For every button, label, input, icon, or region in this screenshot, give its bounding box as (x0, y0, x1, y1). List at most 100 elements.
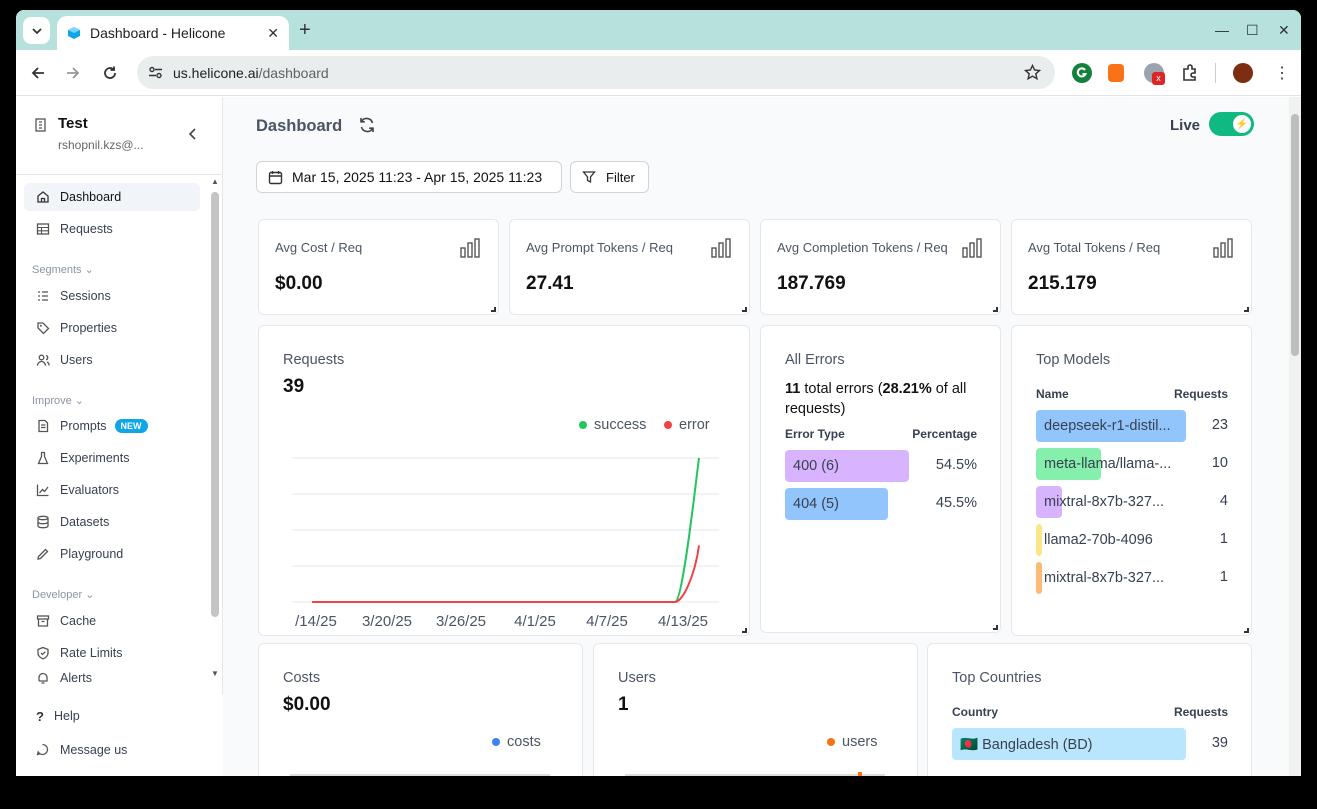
sidebar-item-label: Dashboard (60, 190, 122, 204)
new-badge: NEW (114, 419, 148, 433)
sidebar-item-dashboard[interactable]: Dashboard (24, 183, 200, 211)
card-value: $0.00 (283, 694, 331, 715)
new-tab-button[interactable]: + (299, 20, 311, 40)
bar-label: mixtral-8x7b-327... (1044, 570, 1165, 586)
bar-chart-icon[interactable] (961, 238, 983, 258)
bookmark-star-icon[interactable] (1024, 64, 1041, 81)
address-bar[interactable]: us.helicone.ai/dashboard (137, 56, 1055, 89)
page-scrollbar-thumb[interactable] (1291, 114, 1299, 356)
sidebar-scroll-down-icon[interactable]: ▼ (211, 669, 219, 678)
tab-dashboard[interactable]: Dashboard - Helicone ✕ (57, 16, 289, 50)
sidebar-item-label: Experiments (60, 451, 130, 465)
help-button[interactable]: ? Help (24, 702, 200, 730)
url-path: /dashboard (258, 64, 329, 81)
sidebar-item-cache[interactable]: Cache (24, 607, 200, 635)
document-icon (36, 419, 50, 433)
profile-avatar[interactable] (1233, 63, 1253, 83)
sidebar-item-label: Sessions (60, 289, 111, 303)
calendar-icon (268, 170, 283, 184)
col-requests: Requests (1173, 705, 1228, 719)
metric-label: Avg Prompt Tokens / Req (526, 240, 673, 255)
metric-card-avg-total-tokens: Avg Total Tokens / Req 215.179 (1011, 219, 1252, 315)
section-improve[interactable]: Improve ⌄ (32, 394, 84, 407)
resize-handle[interactable] (993, 307, 998, 312)
card-title: All Errors (785, 352, 845, 368)
model-row: meta-llama/llama-... (1036, 448, 1186, 480)
sidebar-item-datasets[interactable]: Datasets (24, 508, 200, 536)
brave-shield-extension-icon[interactable] (1108, 64, 1124, 82)
section-developer[interactable]: Developer ⌄ (32, 588, 94, 601)
legend-label: error (679, 417, 710, 433)
sidebar-item-prompts[interactable]: Prompts NEW (24, 412, 200, 440)
live-toggle[interactable]: ⚡ (1209, 112, 1254, 136)
metric-label: Avg Cost / Req (275, 240, 363, 255)
bar-chart-icon[interactable] (710, 238, 732, 258)
resize-handle[interactable] (491, 307, 496, 312)
legend-dot (492, 738, 500, 746)
sidebar-item-sessions[interactable]: Sessions (24, 282, 200, 310)
minimize-icon[interactable]: — (1215, 22, 1229, 38)
bar-label: 404 (5) (793, 496, 839, 512)
sidebar-item-properties[interactable]: Properties (24, 314, 200, 342)
sidebar-item-alerts[interactable]: Alerts (24, 671, 200, 685)
legend-label: users (842, 734, 878, 750)
bar-label: llama2-70b-4096 (1044, 532, 1153, 548)
date-range-text: Mar 15, 2025 11:23 - Apr 15, 2025 11:23 (292, 169, 543, 185)
sidebar-item-evaluators[interactable]: Evaluators (24, 476, 200, 504)
message-us-button[interactable]: Message us (24, 736, 200, 764)
tab-strip: Dashboard - Helicone ✕ + — ☐ ✕ (16, 10, 1301, 50)
bar-chart-icon[interactable] (1212, 238, 1234, 258)
metric-card-avg-prompt-tokens: Avg Prompt Tokens / Req 27.41 (509, 219, 750, 315)
section-segments[interactable]: Segments ⌄ (32, 263, 94, 276)
grammarly-extension-icon[interactable] (1072, 63, 1092, 83)
forward-icon[interactable] (63, 63, 83, 83)
date-range-picker[interactable]: Mar 15, 2025 11:23 - Apr 15, 2025 11:23 (256, 161, 562, 193)
pencil-icon (36, 547, 50, 561)
legend-dot (827, 738, 835, 746)
refresh-icon[interactable] (357, 115, 377, 140)
browser-window: Dashboard - Helicone ✕ + — ☐ ✕ us.helico… (16, 10, 1301, 776)
sidebar-item-requests[interactable]: Requests (24, 215, 200, 243)
maximize-icon[interactable]: ☐ (1246, 22, 1259, 39)
back-icon[interactable] (28, 63, 48, 83)
resize-handle[interactable] (1244, 307, 1249, 312)
sidebar-item-label: Rate Limits (60, 646, 123, 660)
page-scrollbar[interactable] (1289, 97, 1301, 776)
errors-count: 11 (785, 381, 801, 397)
legend-costs: costs (492, 734, 541, 750)
resize-handle[interactable] (993, 625, 998, 630)
sidebar-item-playground[interactable]: Playground (24, 540, 200, 568)
model-row: mixtral-8x7b-327... (1036, 562, 1186, 594)
extensions-puzzle-icon[interactable] (1180, 63, 1200, 83)
sidebar-item-label: Properties (60, 321, 117, 335)
bar-chart-icon[interactable] (459, 238, 481, 258)
reload-icon[interactable] (100, 63, 120, 83)
model-row: deepseek-r1-distil... (1036, 410, 1186, 442)
card-title: Requests (283, 352, 345, 368)
site-settings-icon[interactable] (148, 65, 163, 80)
shield-icon (36, 646, 50, 660)
sidebar-item-rate-limits[interactable]: Rate Limits (24, 639, 200, 667)
metric-label: Avg Total Tokens / Req (1028, 240, 1161, 255)
extension-with-badge-icon[interactable]: x (1144, 63, 1165, 85)
resize-handle[interactable] (742, 628, 747, 633)
col-percentage: Percentage (912, 427, 977, 441)
chart-gridline (625, 774, 885, 776)
close-window-icon[interactable]: ✕ (1278, 22, 1290, 39)
close-tab-icon[interactable]: ✕ (267, 25, 279, 42)
tab-search-button[interactable] (23, 17, 50, 44)
sidebar-scrollbar-thumb[interactable] (211, 192, 219, 617)
filter-icon (582, 171, 596, 184)
sidebar-item-experiments[interactable]: Experiments (24, 444, 200, 472)
toolbar-divider (1215, 63, 1216, 83)
sidebar-item-users[interactable]: Users (24, 346, 200, 374)
sidebar-scroll-up-icon[interactable]: ▲ (211, 177, 219, 186)
card-title: Top Countries (952, 670, 1042, 686)
filter-button[interactable]: Filter (570, 161, 649, 193)
collapse-sidebar-icon[interactable] (188, 127, 198, 146)
question-icon: ? (36, 709, 44, 724)
browser-menu-icon[interactable]: ⋮ (1274, 63, 1290, 83)
chevron-down-icon (31, 27, 42, 34)
resize-handle[interactable] (742, 307, 747, 312)
resize-handle[interactable] (1244, 628, 1249, 633)
